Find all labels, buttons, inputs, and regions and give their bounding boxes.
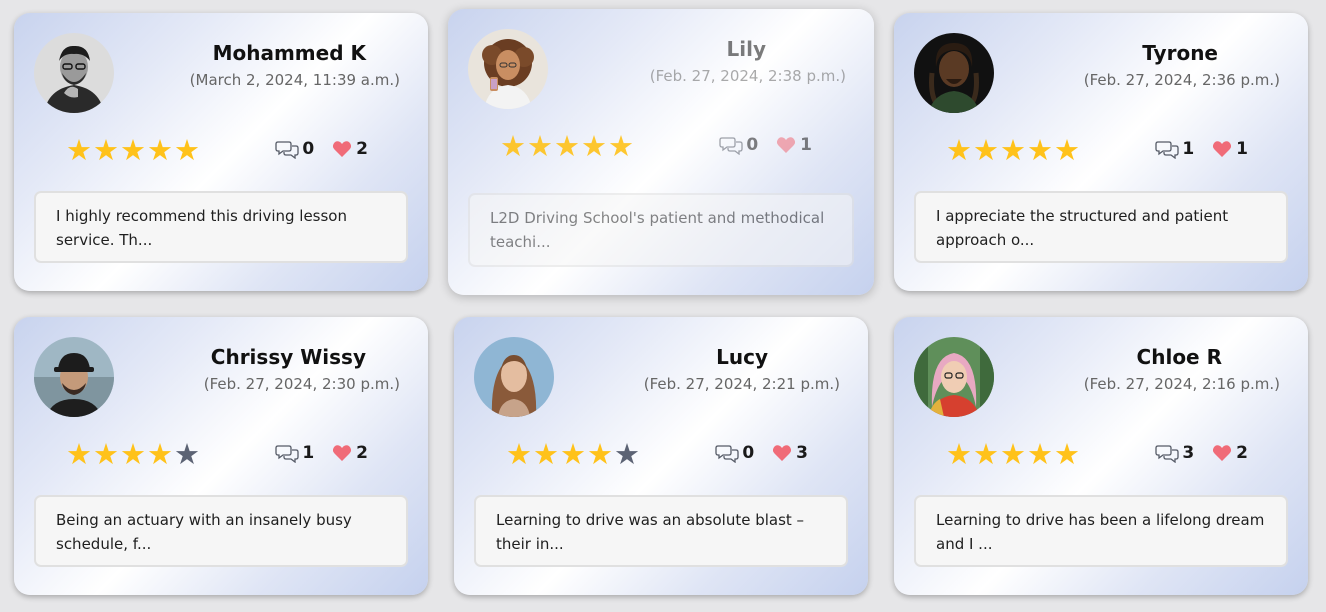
comment-count: 1: [1182, 139, 1195, 159]
review-date: (March 2, 2024, 11:39 a.m.): [189, 71, 400, 89]
review-card[interactable]: Tyrone (Feb. 27, 2024, 2:36 p.m.) ★ ★ ★ ★ ★ …: [894, 13, 1308, 291]
comments-icon: [1155, 445, 1179, 463]
review-stats: 1 2: [275, 443, 368, 463]
star-icon: ★: [147, 437, 173, 471]
comment-count: 3: [1182, 443, 1195, 463]
like-count: 1: [1236, 139, 1248, 159]
reviewer-name: Lucy: [716, 345, 768, 369]
star-icon: ★: [973, 133, 999, 167]
star-icon: ★: [147, 133, 173, 167]
star-rating: ★ ★ ★ ★ ★: [66, 135, 200, 165]
review-date: (Feb. 27, 2024, 2:38 p.m.): [649, 67, 846, 85]
like-count: 3: [796, 443, 808, 463]
star-rating: ★ ★ ★ ★ ★: [66, 439, 200, 469]
star-icon: ★: [506, 437, 532, 471]
heart-icon[interactable]: [776, 136, 796, 154]
star-icon: ★: [1054, 437, 1080, 471]
review-excerpt: Learning to drive has been a lifelong dr…: [914, 495, 1288, 567]
star-icon: ★: [554, 129, 580, 163]
reviewer-name: Chloe R: [1136, 345, 1222, 369]
review-stats: 0 2: [275, 139, 368, 159]
review-date: (Feb. 27, 2024, 2:30 p.m.): [203, 375, 400, 393]
star-icon: ★: [527, 129, 553, 163]
heart-icon[interactable]: [1212, 444, 1232, 462]
review-card[interactable]: Lily (Feb. 27, 2024, 2:38 p.m.) ★ ★ ★ ★ ★ 0 …: [448, 9, 874, 295]
review-stats: 1 1: [1155, 139, 1248, 159]
review-card[interactable]: Chloe R (Feb. 27, 2024, 2:16 p.m.) ★ ★ ★ ★ ★…: [894, 317, 1308, 595]
review-date: (Feb. 27, 2024, 2:16 p.m.): [1083, 375, 1280, 393]
star-icon: ★: [120, 437, 146, 471]
review-stats: 3 2: [1155, 443, 1248, 463]
review-excerpt: Learning to drive was an absolute blast …: [474, 495, 848, 567]
star-icon: ★: [66, 437, 92, 471]
avatar: [34, 337, 114, 417]
reviewer-name: Lily: [726, 37, 767, 61]
avatar: [474, 337, 554, 417]
review-card[interactable]: Mohammed K (March 2, 2024, 11:39 a.m.) ★…: [14, 13, 428, 291]
star-icon: ★: [500, 129, 526, 163]
review-stats: 0 1: [719, 135, 812, 155]
star-icon: ★: [608, 129, 634, 163]
heart-icon[interactable]: [1212, 140, 1232, 158]
avatar: [468, 29, 548, 109]
review-card[interactable]: Lucy (Feb. 27, 2024, 2:21 p.m.) ★ ★ ★ ★ ★ 0 …: [454, 317, 868, 595]
comments-icon: [719, 137, 743, 155]
review-card[interactable]: Chrissy Wissy (Feb. 27, 2024, 2:30 p.m.)…: [14, 317, 428, 595]
star-icon: ★: [1054, 133, 1080, 167]
heart-icon[interactable]: [772, 444, 792, 462]
like-count: 1: [800, 135, 812, 155]
heart-icon[interactable]: [332, 140, 352, 158]
star-icon: ★: [93, 437, 119, 471]
star-rating: ★ ★ ★ ★ ★: [500, 131, 634, 161]
star-icon: ★: [174, 133, 200, 167]
review-excerpt: I highly recommend this driving lesson s…: [34, 191, 408, 263]
comments-icon: [275, 445, 299, 463]
comments-icon: [715, 445, 739, 463]
review-stats: 0 3: [715, 443, 808, 463]
comments-icon: [275, 141, 299, 159]
star-icon: ★: [581, 129, 607, 163]
star-rating: ★ ★ ★ ★ ★: [946, 135, 1080, 165]
reviewer-name: Chrissy Wissy: [210, 345, 366, 369]
star-rating: ★ ★ ★ ★ ★: [506, 439, 640, 469]
avatar: [34, 33, 114, 113]
like-count: 2: [1236, 443, 1248, 463]
heart-icon[interactable]: [332, 444, 352, 462]
avatar: [914, 33, 994, 113]
star-icon: ★: [946, 437, 972, 471]
comment-count: 0: [746, 135, 759, 155]
review-date: (Feb. 27, 2024, 2:36 p.m.): [1083, 71, 1280, 89]
like-count: 2: [356, 443, 368, 463]
reviewer-name: Tyrone: [1142, 41, 1218, 65]
comments-icon: [1155, 141, 1179, 159]
star-icon: ★: [587, 437, 613, 471]
star-icon: ★: [66, 133, 92, 167]
star-icon: ★: [93, 133, 119, 167]
star-rating: ★ ★ ★ ★ ★: [946, 439, 1080, 469]
comment-count: 0: [742, 443, 755, 463]
star-icon: ★: [1027, 437, 1053, 471]
star-icon: ★: [973, 437, 999, 471]
star-icon: ★: [1000, 133, 1026, 167]
star-empty-icon: ★: [614, 437, 640, 471]
star-icon: ★: [946, 133, 972, 167]
comment-count: 1: [302, 443, 315, 463]
review-excerpt: I appreciate the structured and patient …: [914, 191, 1288, 263]
star-icon: ★: [533, 437, 559, 471]
star-icon: ★: [1000, 437, 1026, 471]
avatar: [914, 337, 994, 417]
review-excerpt: L2D Driving School's patient and methodi…: [468, 193, 854, 267]
like-count: 2: [356, 139, 368, 159]
reviewer-name: Mohammed K: [212, 41, 366, 65]
comment-count: 0: [302, 139, 315, 159]
star-icon: ★: [1027, 133, 1053, 167]
star-icon: ★: [560, 437, 586, 471]
star-icon: ★: [120, 133, 146, 167]
star-empty-icon: ★: [174, 437, 200, 471]
review-excerpt: Being an actuary with an insanely busy s…: [34, 495, 408, 567]
review-date: (Feb. 27, 2024, 2:21 p.m.): [643, 375, 840, 393]
